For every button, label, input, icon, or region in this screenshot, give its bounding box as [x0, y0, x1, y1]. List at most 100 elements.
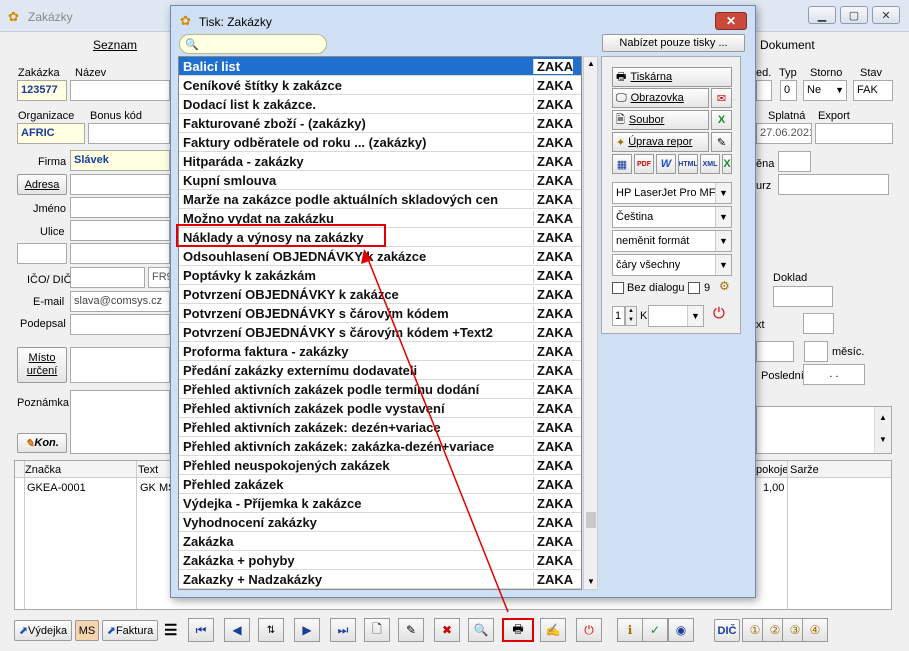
report-row[interactable]: Zakázka + pohyby ZAKAZK — [179, 551, 581, 570]
nabizet-button[interactable]: Nabízet pouze tisky ... — [602, 34, 745, 52]
html-icon-button[interactable]: HTML — [678, 154, 698, 174]
menu-icon[interactable]: ☰ — [164, 621, 177, 639]
doklad-field[interactable] — [773, 286, 833, 307]
report-list[interactable]: Balicí list ZAKAZK Ceníkové štítky k zakáz… — [178, 56, 582, 590]
first-record-button[interactable]: ⏮ — [188, 618, 214, 642]
power-icon[interactable]: ⏻ — [713, 305, 725, 322]
maximize-button[interactable]: ▢ — [840, 6, 868, 24]
firma-line2[interactable] — [70, 174, 170, 195]
report-row[interactable]: Vyhodnocení zakázky ZAKAZK — [179, 513, 581, 532]
xml-icon-button[interactable]: XML — [700, 154, 720, 174]
ed-field[interactable] — [756, 80, 772, 101]
psc-field[interactable] — [17, 243, 67, 264]
faktura-button[interactable]: ⬈ Faktura — [102, 620, 158, 641]
grid-cell-mnozstvi[interactable]: 1,00 — [763, 482, 784, 494]
report-row[interactable]: Dodací list k zakázce. ZAKAZK — [179, 95, 581, 114]
level-4-button[interactable]: ④ — [802, 618, 828, 642]
next-record-button[interactable]: ▶ — [294, 618, 320, 642]
sound-button[interactable]: ◉ — [668, 618, 694, 642]
printer-select[interactable]: HP LaserJet Pro MFP ▼ — [612, 182, 732, 204]
vydejka-button[interactable]: ⬈ Výdejka — [14, 620, 72, 641]
report-row[interactable]: Poptávky k zakázkám ZAKAZK — [179, 266, 581, 285]
email-field[interactable]: slava@comsys.cz — [70, 291, 170, 312]
report-row[interactable]: Potvrzení OBJEDNÁVKY k zakázce ZAKAZK — [179, 285, 581, 304]
report-row[interactable]: Ceníkové štítky k zakázce ZAKAZK — [179, 76, 581, 95]
report-row[interactable]: Fakturované zboží - (zakázky) ZAKAZK — [179, 114, 581, 133]
organizace-field[interactable]: AFRIC — [17, 123, 85, 144]
k-select[interactable]: ▼ — [648, 305, 704, 327]
check-button[interactable]: ✓ — [642, 618, 668, 642]
note-scrollbar[interactable]: ▲ ▼ — [874, 407, 891, 453]
report-row[interactable]: Odsouhlasení OBJEDNÁVKY k zakázce ZAKAZK — [179, 247, 581, 266]
report-list-scrollbar[interactable]: ▲ ▼ — [583, 56, 598, 590]
info-button[interactable]: ℹ — [617, 618, 643, 642]
copies-field[interactable]: 1 — [612, 306, 625, 326]
report-search-input[interactable]: 🔍 — [179, 34, 327, 54]
report-row[interactable]: Přehled zakázek ZAKAZK — [179, 475, 581, 494]
text-field[interactable] — [803, 313, 834, 334]
sort-button[interactable]: ⇅ — [258, 618, 284, 642]
report-row[interactable]: Přehled neuspokojených zakázek ZAKAZK — [179, 456, 581, 475]
tab-seznam[interactable]: Seznam — [60, 35, 170, 57]
report-row[interactable]: Zakazky + Nadzakázky ZAKAZK — [179, 570, 581, 589]
scroll-up-icon[interactable]: ▲ — [587, 59, 595, 68]
prev-record-button[interactable]: ◀ — [224, 618, 250, 642]
mail-button[interactable]: ✉ — [711, 88, 732, 108]
new-record-button[interactable]: 🗋 — [364, 618, 390, 642]
cena-field[interactable] — [778, 151, 811, 172]
last-record-button[interactable]: ⏭ — [330, 618, 356, 642]
pdf-icon-button[interactable]: PDF — [634, 154, 654, 174]
report-row[interactable]: Přehled aktivních zakázek: zakázka-dezén… — [179, 437, 581, 456]
edit-record-button[interactable]: ✎ — [398, 618, 424, 642]
settings-icon[interactable]: ⚙ — [719, 279, 730, 293]
report-row[interactable]: Výdejka - Příjemka k zakázce ZAKAZK — [179, 494, 581, 513]
report-row[interactable]: Náklady a výnosy na zakázky ZAKAZK — [179, 228, 581, 247]
report-row[interactable]: Zakázka ZAKAZK — [179, 532, 581, 551]
report-row[interactable]: Kupní smlouva ZAKAZK — [179, 171, 581, 190]
edit-report-button[interactable]: ✎ — [711, 132, 732, 152]
tiskarna-button[interactable]: 🖶 Tiskárna — [612, 67, 732, 87]
jmeno-field[interactable] — [70, 197, 170, 218]
power-button[interactable]: ⏻ — [576, 618, 602, 642]
zakazka-field[interactable]: 123577 — [17, 80, 67, 101]
scroll-thumb[interactable] — [586, 512, 596, 528]
lines-select[interactable]: čáry všechny ▼ — [612, 254, 732, 276]
splatna-field[interactable]: 27.06.2021 — [756, 123, 812, 144]
scroll-down-icon[interactable]: ▼ — [587, 577, 595, 586]
adresa-button[interactable]: Adresa — [17, 174, 67, 195]
report-row[interactable]: Faktury odběratele od roku ... (zakázky)… — [179, 133, 581, 152]
podepsal-field[interactable] — [70, 314, 170, 335]
soubor-button[interactable]: 🗎 Soubor — [612, 110, 709, 130]
kon-button[interactable]: ✎ Kon. — [17, 433, 67, 453]
tab-dokument[interactable]: Dokument — [756, 35, 876, 57]
bonus-field[interactable] — [88, 123, 170, 144]
grid-cell-znacka[interactable]: GKEA-0001 — [27, 482, 86, 494]
nazev-field[interactable] — [70, 80, 170, 101]
mesic-field-b[interactable] — [804, 341, 828, 362]
report-row[interactable]: Přehled aktivních zakázek podle termínu … — [179, 380, 581, 399]
misto-urceni-button[interactable]: Místo určení — [17, 347, 67, 383]
report-row[interactable]: Marže na zakázce podle aktuálních sklado… — [179, 190, 581, 209]
minimize-button[interactable]: ▁ — [808, 6, 836, 24]
language-select[interactable]: Čeština ▼ — [612, 206, 732, 228]
report-row[interactable]: Předání zakázky externímu dodavateli ZAKA… — [179, 361, 581, 380]
print-button[interactable]: 🖶 — [502, 618, 534, 642]
nine-checkbox[interactable] — [688, 282, 700, 294]
misto-field[interactable] — [70, 347, 170, 383]
calendar-icon-button[interactable]: ▦ — [612, 154, 632, 174]
report-row[interactable]: Proforma faktura - zakázky ZAKAZK — [179, 342, 581, 361]
ico-field[interactable] — [70, 267, 145, 288]
kurz-field[interactable] — [778, 174, 889, 195]
report-row-selected[interactable]: Balicí list ZAKAZK — [179, 57, 581, 76]
dialog-close-button[interactable]: ✕ — [715, 12, 747, 30]
dic-button[interactable]: DIČ — [714, 619, 740, 642]
report-row[interactable]: Potvrzení OBJEDNÁVKY s čárovým kódem +Te… — [179, 323, 581, 342]
dic-field[interactable]: FR9 — [148, 267, 170, 288]
uprava-reportu-button[interactable]: ✦ Úprava repor — [612, 132, 709, 152]
export-button[interactable]: ✍ — [540, 618, 566, 642]
mesto-field[interactable] — [70, 243, 170, 264]
delete-record-button[interactable]: ✖ — [434, 618, 460, 642]
report-row[interactable]: Možno vydat na zakázku ZAKAZK — [179, 209, 581, 228]
storno-select[interactable]: Ne ▼ — [803, 80, 847, 101]
typ-field[interactable]: 0 — [780, 80, 797, 101]
